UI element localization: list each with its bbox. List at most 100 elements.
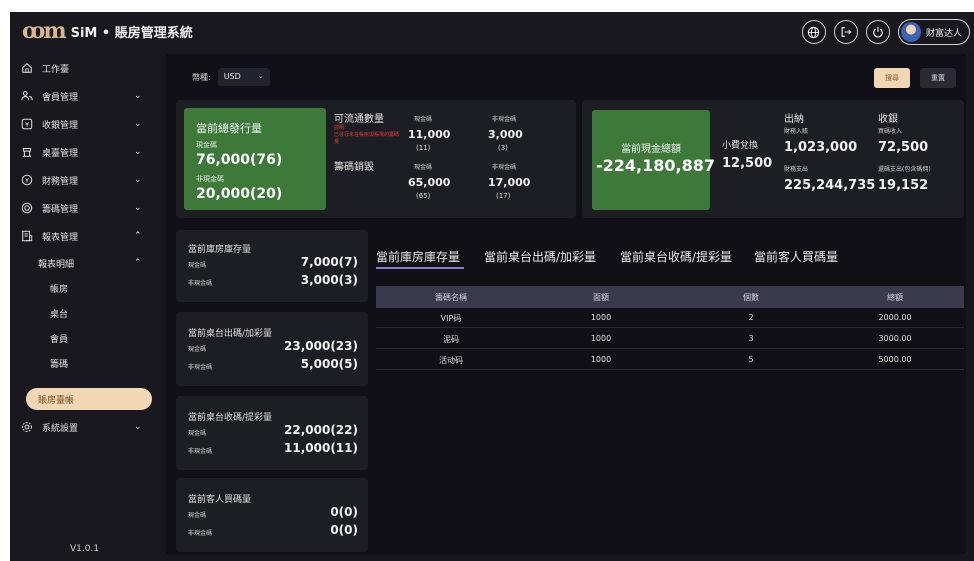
sidebar-item-label: 報表明細 bbox=[38, 259, 75, 270]
stat-card[interactable]: 當前桌台收碼/提彩量 現金碼 22,000(22) 非現金碼 11,000(11… bbox=[176, 396, 368, 470]
stat-cash-label: 現金碼 bbox=[188, 430, 207, 437]
power-icon[interactable] bbox=[865, 20, 890, 44]
chevron-up-icon: ⌃ bbox=[134, 231, 142, 241]
sidebar-item-label: 會員 bbox=[50, 334, 69, 345]
chip-sales-label: 籌碼銷毀 bbox=[334, 162, 374, 173]
sidebar-subitem-account[interactable]: 帳房 bbox=[10, 276, 160, 300]
stat-noncash-label: 非現金碼 bbox=[188, 448, 213, 455]
app-logo[interactable]: ꝏm SiM • 賬房管理系統 bbox=[22, 20, 193, 42]
total-issue-panel: 當前總發行量 現金碼 76,000(76) 非現金碼 20,000(20) bbox=[184, 108, 326, 210]
currency-select[interactable]: USD ⌄ bbox=[217, 68, 270, 86]
report-icon bbox=[20, 229, 34, 243]
table-row: 活动码 1000 5 5000.00 bbox=[376, 350, 964, 370]
app-version: V1.0.1 bbox=[70, 544, 100, 554]
stat-cash-value: 0(0) bbox=[330, 505, 358, 519]
circulation-noncash-value: 3,000 bbox=[488, 128, 523, 141]
chevron-down-icon: ⌄ bbox=[134, 119, 142, 129]
chevron-down-icon: ⌄ bbox=[134, 175, 142, 185]
table-cell: 2 bbox=[748, 313, 754, 322]
sidebar-item-finance[interactable]: ¥ 財務管理 ⌄ bbox=[10, 167, 160, 193]
total-issue-title: 當前總發行量 bbox=[196, 122, 262, 135]
reset-button[interactable]: 重置 bbox=[920, 68, 956, 88]
stat-cash-label: 現金碼 bbox=[188, 262, 207, 269]
sidebar-item-report-detail[interactable]: 報表明細 ⌃ bbox=[10, 251, 160, 275]
table-cell: 1000 bbox=[590, 334, 612, 343]
chevron-down-icon: ⌄ bbox=[134, 147, 142, 157]
home-icon bbox=[20, 61, 34, 75]
issue-summary-card: 當前總發行量 現金碼 76,000(76) 非現金碼 20,000(20) 可流… bbox=[176, 100, 576, 218]
stat-cash-value: 23,000(23) bbox=[284, 339, 358, 353]
sales-cash-count: (65) bbox=[416, 192, 431, 200]
table-header: 籌碼名稱 面額 個數 總額 bbox=[376, 286, 964, 308]
tip-exchange-value: 12,500 bbox=[722, 156, 773, 171]
sidebar-item-settings[interactable]: 系統設置 ⌄ bbox=[10, 414, 160, 440]
sidebar-item-chips[interactable]: 籌碼管理 ⌄ bbox=[10, 195, 160, 221]
sidebar-subitem-chips[interactable]: 籌碼 bbox=[10, 351, 160, 375]
app-title: SiM • 賬房管理系統 bbox=[70, 25, 193, 41]
settings-icon bbox=[20, 420, 34, 434]
stat-noncash-label: 非現金碼 bbox=[188, 530, 213, 537]
circulation-noncash-count: (3) bbox=[498, 144, 508, 152]
table-cell: 3000.00 bbox=[878, 334, 912, 343]
finance-income-value: 1,023,000 bbox=[784, 140, 858, 155]
stat-card-title: 當前客人買碼量 bbox=[188, 495, 252, 505]
user-name: 财富达人 bbox=[925, 28, 962, 39]
search-button[interactable]: 搜尋 bbox=[874, 68, 910, 88]
stat-noncash-value: 0(0) bbox=[330, 523, 358, 537]
stat-card[interactable]: 當前桌台出碼/加彩量 現金碼 23,000(23) 非現金碼 5,000(5) bbox=[176, 312, 368, 386]
tip-exchange-label: 小費兌換 bbox=[722, 141, 759, 151]
column-header: 籌碼名稱 bbox=[435, 293, 467, 302]
sidebar-item-label: 報表管理 bbox=[42, 232, 79, 243]
sidebar-subitem-table[interactable]: 桌台 bbox=[10, 301, 160, 325]
refund-expense-value: 19,152 bbox=[878, 178, 929, 193]
currency-filter: 幣種: USD ⌄ bbox=[192, 68, 270, 86]
svg-text:¥: ¥ bbox=[25, 177, 29, 184]
tab-table-issue[interactable]: 當前桌台出碼/加彩量 bbox=[484, 248, 596, 265]
buy-income-value: 72,500 bbox=[878, 140, 929, 155]
sidebar-item-ledger-active[interactable]: 賬房臺帳 bbox=[26, 388, 152, 410]
currency-value: USD bbox=[223, 72, 241, 81]
main-content: 幣種: USD ⌄ 搜尋 重置 當前總發行量 現金碼 76,000(76) 非現… bbox=[166, 54, 966, 554]
table-cell: 活动码 bbox=[439, 356, 463, 365]
teller-title: 出納 bbox=[784, 114, 804, 125]
noncash-chip-value: 20,000(20) bbox=[196, 186, 283, 202]
table-cell: 泥码 bbox=[443, 335, 459, 344]
logout-icon[interactable] bbox=[833, 20, 858, 44]
stat-noncash-value: 11,000(11) bbox=[284, 441, 358, 455]
chevron-down-icon: ⌄ bbox=[134, 422, 142, 432]
stat-card[interactable]: 當前客人買碼量 現金碼 0(0) 非現金碼 0(0) bbox=[176, 478, 368, 552]
stat-cash-value: 7,000(7) bbox=[300, 255, 358, 269]
finance-expense-value: 225,244,735 bbox=[784, 178, 876, 193]
logo-mark-icon: ꝏm bbox=[22, 18, 67, 44]
stat-card[interactable]: 當前庫房庫存量 現金碼 7,000(7) 非現金碼 3,000(3) bbox=[176, 230, 368, 302]
stat-noncash-label: 非現金碼 bbox=[188, 280, 213, 287]
sales-noncash-value: 17,000 bbox=[488, 176, 531, 189]
tab-warehouse-stock[interactable]: 當前庫房庫存量 bbox=[376, 248, 460, 265]
sidebar-item-tables[interactable]: 桌臺管理 ⌄ bbox=[10, 139, 160, 165]
chevron-down-icon: ⌄ bbox=[257, 72, 264, 80]
cash-chip-label: 現金碼 bbox=[196, 141, 217, 149]
sidebar-item-dashboard[interactable]: 工作臺 bbox=[10, 55, 160, 81]
globe-icon[interactable] bbox=[801, 20, 826, 44]
user-menu[interactable]: 财富达人 bbox=[897, 19, 970, 45]
circulation-note-label: 説明: bbox=[334, 125, 346, 131]
finance-icon: ¥ bbox=[20, 173, 34, 187]
sidebar: 工作臺 會員管理 ⌄ ¥ 收銀管理 ⌄ 桌臺管理 ⌄ ¥ 財務管理 ⌄ 籌碼管理… bbox=[10, 52, 160, 561]
sidebar-item-reports[interactable]: 報表管理 ⌃ bbox=[10, 223, 160, 249]
table-cell: VIP码 bbox=[440, 314, 462, 323]
sidebar-item-label: 會員管理 bbox=[42, 92, 79, 103]
avatar bbox=[900, 22, 921, 42]
table-row: VIP码 1000 2 2000.00 bbox=[376, 308, 964, 328]
tab-guest-purchase[interactable]: 當前客人買碼量 bbox=[754, 248, 838, 265]
column-header: 面額 bbox=[593, 293, 609, 302]
stat-cash-value: 22,000(22) bbox=[284, 423, 358, 437]
sidebar-item-cashier[interactable]: ¥ 收銀管理 ⌄ bbox=[10, 111, 160, 137]
table-cell: 5 bbox=[748, 355, 754, 364]
sidebar-item-label: 帳房 bbox=[50, 284, 69, 295]
chevron-down-icon: ⌄ bbox=[134, 203, 142, 213]
tab-table-collect[interactable]: 當前桌台收碼/提彩量 bbox=[620, 248, 732, 265]
chevron-up-icon: ⌃ bbox=[134, 258, 142, 268]
sidebar-subitem-member[interactable]: 會員 bbox=[10, 326, 160, 350]
sidebar-item-members[interactable]: 會員管理 ⌄ bbox=[10, 83, 160, 109]
table-cell: 3 bbox=[748, 334, 754, 343]
